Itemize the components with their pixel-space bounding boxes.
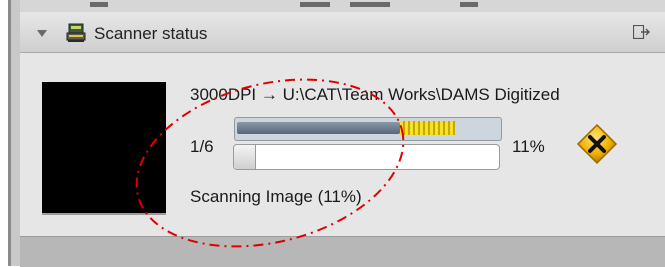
scan-destination-path: 3000DPI → U:\CAT\Team Works\DAMS Digitiz… [190, 85, 560, 104]
scan-preview-thumbnail [42, 82, 166, 215]
page-counter: 1/6 [190, 137, 214, 156]
scan-status-text: Scanning Image (11%) [190, 187, 362, 206]
chevron-down-icon[interactable] [37, 30, 47, 37]
progress-percent: 11% [512, 137, 545, 156]
window-edge [8, 0, 11, 266]
panel-content: 3000DPI → U:\CAT\Team Works\DAMS Digitiz… [20, 53, 665, 236]
overall-progress-bar [233, 144, 500, 170]
panel-title: Scanner status [94, 24, 208, 43]
scanner-icon [66, 23, 86, 42]
overall-progress-fill [234, 145, 256, 169]
toolbar-mark [90, 2, 108, 7]
undock-icon[interactable] [633, 25, 651, 39]
cancel-scan-button[interactable] [576, 123, 618, 165]
panel-header[interactable]: Scanner status [20, 12, 665, 53]
page-progress-fill [237, 122, 400, 134]
toolbar-mark [300, 2, 330, 7]
page-progress-active-segment [400, 121, 456, 135]
page-progress-bar [234, 117, 502, 141]
cancel-x-icon [576, 123, 618, 165]
toolbar-mark [350, 2, 390, 7]
footer-bar [20, 236, 665, 267]
toolbar-mark [460, 2, 478, 7]
scanner-status-panel: Scanner status 3000DPI → U:\CAT\Team Wor… [20, 12, 665, 236]
